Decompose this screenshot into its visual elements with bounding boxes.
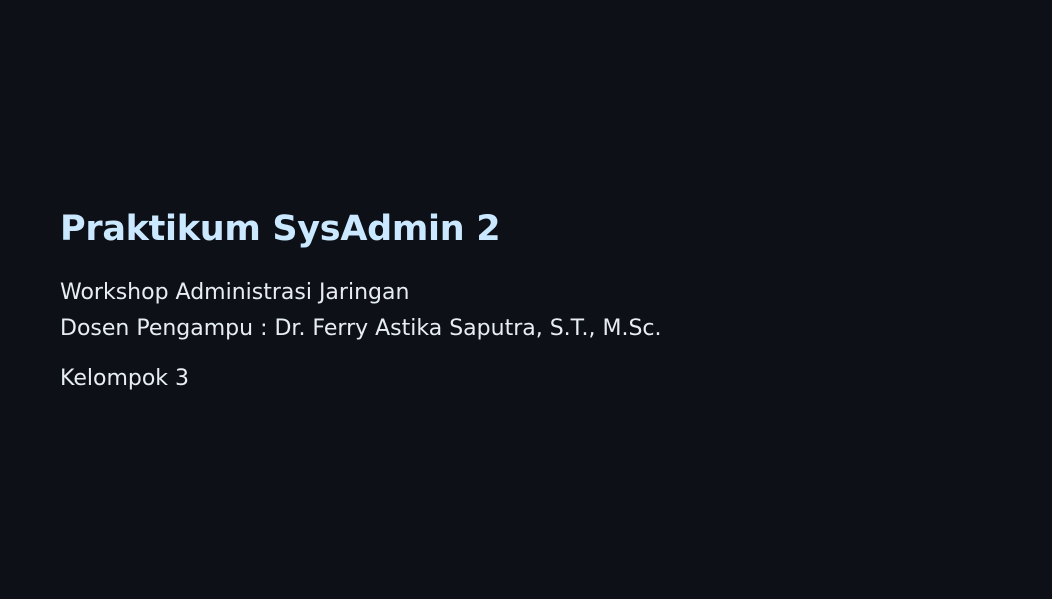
slide-title: Praktikum SysAdmin 2 <box>60 209 501 249</box>
slide-subtitle: Workshop Administrasi Jaringan <box>60 280 410 305</box>
title-slide: Praktikum SysAdmin 2 Workshop Administra… <box>0 0 1052 599</box>
slide-content: Praktikum SysAdmin 2 Workshop Administra… <box>60 203 662 397</box>
lecturer-line: Dosen Pengampu : Dr. Ferry Astika Saputr… <box>60 316 662 341</box>
group-label: Kelompok 3 <box>60 366 190 391</box>
